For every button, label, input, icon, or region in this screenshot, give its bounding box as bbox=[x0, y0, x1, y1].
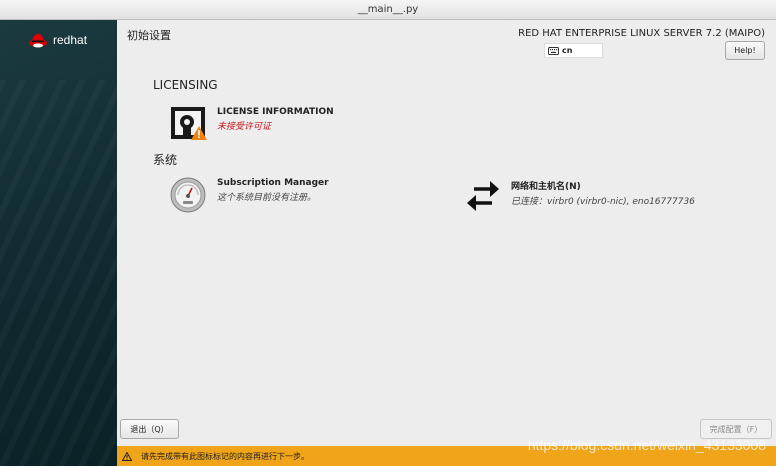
spoke-status: 这个系统目前没有注册。 bbox=[217, 193, 317, 203]
gauge-icon bbox=[170, 177, 206, 213]
keyboard-layout-label: cn bbox=[562, 46, 573, 55]
window-titlebar: __main__.py bbox=[0, 0, 776, 20]
page-title: 初始设置 bbox=[127, 29, 171, 42]
redhat-logo: redhat bbox=[28, 32, 87, 48]
sidebar: redhat bbox=[0, 20, 117, 466]
finish-configuration-button[interactable]: 完成配置（F） bbox=[700, 419, 772, 439]
keyboard-layout-indicator[interactable]: cn bbox=[544, 43, 603, 58]
help-button[interactable]: Help! bbox=[725, 41, 765, 60]
keyboard-icon bbox=[548, 46, 559, 55]
spoke-status: 未接受许可证 bbox=[217, 122, 272, 132]
license-warning-icon bbox=[171, 107, 207, 140]
spoke-subscription-manager[interactable]: Subscription Manager 这个系统目前没有注册。 bbox=[170, 177, 329, 213]
spoke-title: LICENSE INFORMATION bbox=[217, 107, 334, 117]
warning-icon bbox=[122, 451, 132, 461]
shadowman-icon bbox=[29, 34, 47, 48]
spoke-status: 已连接：virbr0 (virbr0-nic), eno16777736 bbox=[511, 197, 695, 207]
product-name: RED HAT ENTERPRISE LINUX SERVER 7.2 (MAI… bbox=[518, 28, 765, 39]
section-title-system: 系统 bbox=[153, 153, 178, 167]
brand-text: redhat bbox=[53, 33, 88, 47]
section-title-licensing: LICENSING bbox=[153, 78, 218, 92]
spoke-title: 网络和主机名(N) bbox=[511, 182, 581, 192]
quit-button[interactable]: 退出（Q） bbox=[120, 419, 179, 439]
spoke-license-information[interactable]: LICENSE INFORMATION 未接受许可证 bbox=[170, 106, 334, 142]
spoke-title: Subscription Manager bbox=[217, 178, 329, 188]
watermark: https://blog.csdn.net/weixin_43133008 bbox=[527, 437, 766, 453]
network-arrows-icon bbox=[467, 181, 499, 211]
spoke-network-hostname[interactable]: 网络和主机名(N) 已连接：virbr0 (virbr0-nic), eno16… bbox=[464, 178, 695, 214]
warning-text: 请先完成带有此图标标记的内容再进行下一步。 bbox=[141, 451, 309, 461]
main-panel: 初始设置 RED HAT ENTERPRISE LINUX SERVER 7.2… bbox=[117, 20, 776, 446]
